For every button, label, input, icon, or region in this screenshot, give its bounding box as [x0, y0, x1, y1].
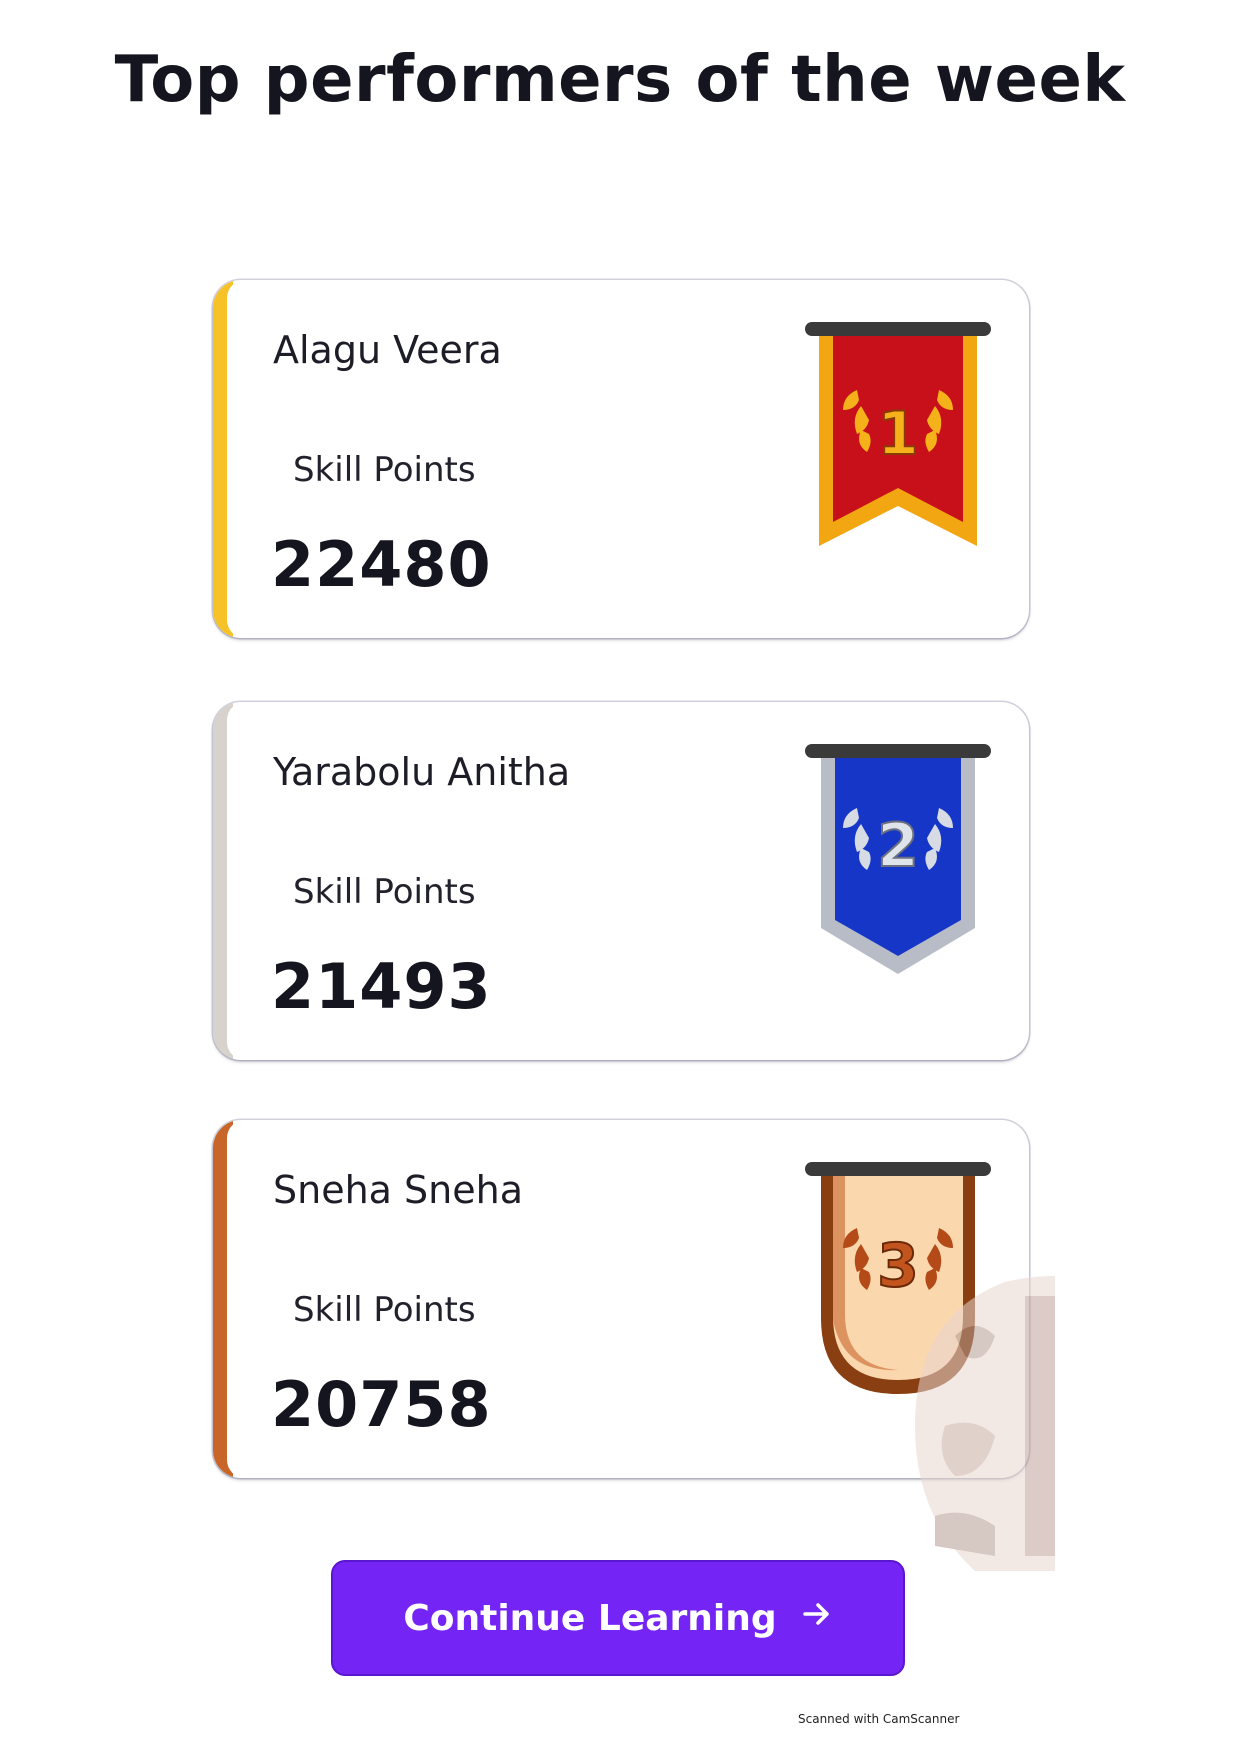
svg-text:1: 1 [877, 399, 919, 469]
performer-card-3: Sneha Sneha Skill Points 20758 3 [213, 1120, 1029, 1478]
skill-points-label: Skill Points [293, 872, 476, 912]
skill-points-label: Skill Points [293, 1290, 476, 1330]
continue-learning-button[interactable]: Continue Learning [331, 1560, 905, 1676]
skill-points-value: 20758 [271, 1368, 492, 1441]
seal-stamp-image [915, 1276, 1055, 1571]
svg-text:2: 2 [877, 811, 919, 881]
skill-points-value: 22480 [271, 528, 492, 601]
performer-name: Alagu Veera [273, 328, 502, 372]
continue-learning-label: Continue Learning [403, 1597, 777, 1639]
performer-card-1: Alagu Veera Skill Points 22480 1 [213, 280, 1029, 638]
arrow-right-icon [801, 1598, 833, 1639]
skill-points-value: 21493 [271, 950, 492, 1023]
page-title-text: Top performers of the week [114, 43, 1126, 117]
performer-name: Sneha Sneha [273, 1168, 523, 1212]
silver-ribbon-icon: 2 [803, 740, 993, 980]
svg-text:3: 3 [877, 1231, 919, 1301]
page-title: Top performers of the week [0, 40, 1240, 120]
performer-name: Yarabolu Anitha [273, 750, 571, 794]
gold-ribbon-icon: 1 [803, 318, 993, 558]
skill-points-label: Skill Points [293, 450, 476, 490]
scanned-watermark: Scanned with CamScanner [798, 1712, 960, 1726]
performer-card-2: Yarabolu Anitha Skill Points 21493 2 [213, 702, 1029, 1060]
